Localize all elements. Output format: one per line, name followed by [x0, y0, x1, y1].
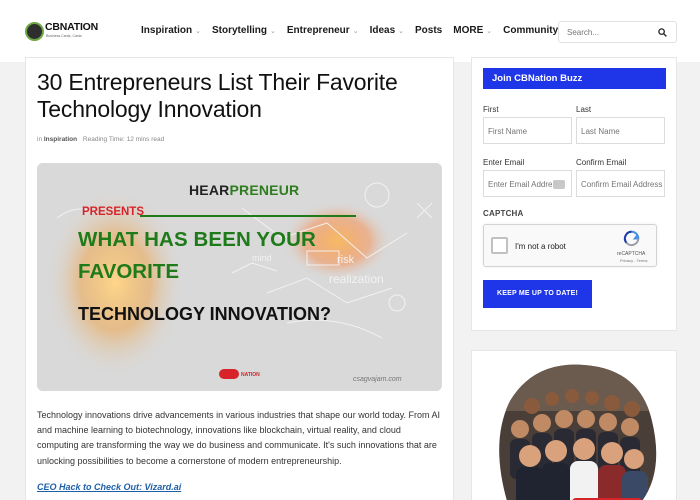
- logo-mark-icon: [25, 22, 44, 41]
- nav-item-inspiration[interactable]: Inspiration ⌄: [141, 25, 201, 36]
- reading-time: Reading Time: 12 mins read: [82, 136, 165, 143]
- captcha-label: CAPTCHA: [483, 209, 524, 218]
- chevron-down-icon: ⌄: [486, 27, 493, 35]
- first-name-label: First: [483, 105, 499, 114]
- email-label: Enter Email: [483, 158, 525, 167]
- hero-brand: HEARPRENEUR: [189, 182, 300, 198]
- chevron-down-icon: ⌄: [352, 27, 359, 35]
- chevron-down-icon: ⌄: [195, 27, 201, 35]
- article-meta: in Inspiration Reading Time: 12 mins rea…: [37, 136, 165, 143]
- confirm-email-label: Confirm Email: [576, 158, 627, 167]
- hero-question-line3: TECHNOLOGY INNOVATION?: [78, 304, 332, 324]
- article-intro: Technology innovations drive advancement…: [37, 410, 441, 466]
- keep-me-updated-button[interactable]: KEEP ME UP TO DATE!: [483, 280, 592, 308]
- email-field[interactable]: [488, 178, 552, 190]
- hero-presents: PRESENTS: [82, 206, 144, 218]
- confirm-email-field[interactable]: [581, 178, 663, 190]
- community-photo-card: [471, 350, 677, 500]
- signup-widget: Join CBNation Buzz First Last Enter Emai…: [471, 57, 677, 331]
- search-box: [558, 21, 677, 43]
- hero-url: csagvajam.com: [353, 376, 402, 383]
- main-nav: Inspiration ⌄ Storytelling ⌄ Entrepreneur ⌄…: [141, 25, 578, 36]
- recaptcha-logo-icon: [623, 230, 640, 247]
- search-input[interactable]: [567, 26, 657, 39]
- community-group-photo[interactable]: [472, 351, 678, 500]
- first-name-field[interactable]: [488, 125, 570, 137]
- first-name-box: [483, 117, 572, 144]
- email-box: [483, 170, 572, 197]
- password-manager-icon[interactable]: [553, 180, 565, 189]
- last-name-field[interactable]: [581, 125, 663, 137]
- logo-wordmark: CBNATION: [45, 21, 99, 33]
- chevron-down-icon: ⌄: [270, 27, 276, 35]
- category-link[interactable]: Inspiration: [44, 136, 77, 143]
- chevron-down-icon: ⌄: [398, 27, 405, 35]
- search-icon[interactable]: [658, 28, 667, 37]
- ceo-hack-link[interactable]: CEO Hack to Check Out: Vizard.ai: [37, 482, 181, 492]
- last-name-label: Last: [576, 105, 592, 114]
- hero-image: risk realization mind HEARPRENEUR PRESEN…: [37, 163, 442, 391]
- article-title: 30 Entrepreneurs List Their Favorite Tec…: [37, 69, 398, 122]
- nav-item-storytelling[interactable]: Storytelling ⌄: [212, 25, 276, 36]
- svg-text:mind: mind: [252, 253, 272, 263]
- nav-item-more[interactable]: MORE ⌄: [453, 25, 492, 36]
- nav-item-entrepreneur[interactable]: Entrepreneur ⌄: [287, 25, 359, 36]
- recaptcha-checkbox[interactable]: [491, 237, 508, 254]
- nav-item-ideas[interactable]: Ideas ⌄: [370, 25, 404, 36]
- recaptcha-terms[interactable]: Privacy - Terms: [620, 258, 647, 263]
- last-name-box: [576, 117, 665, 144]
- recaptcha-brand: reCAPTCHA: [617, 251, 646, 257]
- hero-question-line2: FAVORITE: [78, 260, 179, 283]
- svg-text:risk: risk: [337, 254, 355, 266]
- nav-item-posts[interactable]: Posts: [415, 25, 442, 36]
- hero-question-line1: WHAT HAS BEEN YOUR: [78, 228, 316, 251]
- recaptcha-widget: I'm not a robot reCAPTCHA Privacy - Term…: [483, 224, 657, 267]
- recaptcha-label: I'm not a robot: [515, 242, 566, 251]
- site-header: CBNATION Business Cards, Cards Inspirati…: [0, 0, 700, 62]
- confirm-email-box: [576, 170, 665, 197]
- article-card: 30 Entrepreneurs List Their Favorite Tec…: [25, 57, 454, 500]
- logo-tagline: Business Cards, Cards: [46, 34, 82, 38]
- cbnation-logo[interactable]: CBNATION Business Cards, Cards: [25, 20, 98, 42]
- signup-header: Join CBNation Buzz: [483, 68, 666, 89]
- svg-text:realization: realization: [329, 272, 384, 286]
- hero-footer-logo: NATION: [241, 372, 260, 378]
